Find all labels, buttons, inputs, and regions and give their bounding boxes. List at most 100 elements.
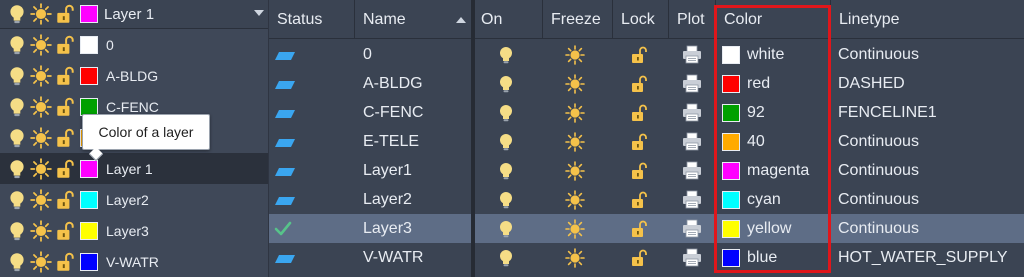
lightbulb-icon[interactable] bbox=[6, 220, 28, 242]
column-header-plot[interactable]: Plot bbox=[669, 0, 716, 39]
layer-color-swatch[interactable] bbox=[722, 248, 740, 267]
table-row[interactable]: A-BLDG red DASHED bbox=[269, 69, 1024, 98]
lightbulb-icon[interactable] bbox=[6, 3, 28, 25]
lightbulb-icon[interactable] bbox=[496, 190, 516, 210]
color-cell[interactable]: red bbox=[722, 69, 770, 98]
lock-cell[interactable] bbox=[629, 156, 649, 185]
on-cell[interactable] bbox=[496, 98, 516, 127]
layer-color-swatch[interactable] bbox=[722, 219, 740, 238]
color-cell[interactable]: cyan bbox=[722, 185, 781, 214]
sun-icon[interactable] bbox=[30, 189, 52, 211]
on-cell[interactable] bbox=[496, 214, 516, 243]
linetype-cell[interactable]: Continuous bbox=[838, 185, 919, 214]
unlocked-padlock-icon[interactable] bbox=[54, 220, 76, 242]
sun-icon[interactable] bbox=[565, 248, 585, 268]
plot-cell[interactable] bbox=[681, 127, 703, 156]
table-row[interactable]: 0 white Continuous bbox=[269, 40, 1024, 69]
sun-icon[interactable] bbox=[30, 34, 52, 56]
lock-cell[interactable] bbox=[629, 69, 649, 98]
lock-cell[interactable] bbox=[629, 40, 649, 69]
sun-icon[interactable] bbox=[565, 45, 585, 65]
plot-cell[interactable] bbox=[681, 243, 703, 272]
lightbulb-icon[interactable] bbox=[496, 103, 516, 123]
sun-icon[interactable] bbox=[565, 74, 585, 94]
lightbulb-icon[interactable] bbox=[496, 45, 516, 65]
lock-cell[interactable] bbox=[629, 243, 649, 272]
layer-name-cell[interactable]: C-FENC bbox=[363, 98, 423, 127]
printer-icon[interactable] bbox=[681, 74, 703, 94]
sun-icon[interactable] bbox=[565, 190, 585, 210]
lock-cell[interactable] bbox=[629, 185, 649, 214]
color-cell[interactable]: 40 bbox=[722, 127, 765, 156]
unlocked-padlock-icon[interactable] bbox=[54, 96, 76, 118]
sun-icon[interactable] bbox=[565, 219, 585, 239]
lightbulb-icon[interactable] bbox=[496, 74, 516, 94]
chevron-down-icon[interactable] bbox=[254, 10, 264, 16]
lightbulb-icon[interactable] bbox=[496, 161, 516, 181]
sun-icon[interactable] bbox=[30, 127, 52, 149]
unlocked-padlock-icon[interactable] bbox=[629, 161, 649, 181]
table-row[interactable]: Layer3 yellow Continuous bbox=[269, 214, 1024, 243]
status-cell[interactable] bbox=[273, 243, 313, 272]
column-header-on[interactable]: On bbox=[473, 0, 543, 39]
unlocked-padlock-icon[interactable] bbox=[54, 189, 76, 211]
linetype-cell[interactable]: Continuous bbox=[838, 214, 919, 243]
unlocked-padlock-icon[interactable] bbox=[54, 251, 76, 273]
plot-cell[interactable] bbox=[681, 69, 703, 98]
layer-color-swatch[interactable] bbox=[722, 190, 740, 209]
unlocked-padlock-icon[interactable] bbox=[629, 74, 649, 94]
on-cell[interactable] bbox=[496, 156, 516, 185]
layer-list-item[interactable]: Layer 1 bbox=[0, 153, 268, 184]
status-cell[interactable] bbox=[273, 69, 313, 98]
layer-color-swatch[interactable] bbox=[80, 97, 98, 116]
freeze-cell[interactable] bbox=[565, 156, 585, 185]
unlocked-padlock-icon[interactable] bbox=[54, 65, 76, 87]
sun-icon[interactable] bbox=[565, 161, 585, 181]
plot-cell[interactable] bbox=[681, 98, 703, 127]
layer-color-swatch[interactable] bbox=[722, 45, 740, 64]
linetype-cell[interactable]: Continuous bbox=[838, 40, 919, 69]
layer-color-swatch[interactable] bbox=[722, 161, 740, 180]
linetype-cell[interactable]: Continuous bbox=[838, 127, 919, 156]
unlocked-padlock-icon[interactable] bbox=[54, 127, 76, 149]
status-cell[interactable] bbox=[273, 98, 313, 127]
layer-color-swatch[interactable] bbox=[80, 66, 98, 85]
freeze-cell[interactable] bbox=[565, 40, 585, 69]
lightbulb-icon[interactable] bbox=[496, 219, 516, 239]
layer-list-item[interactable]: Layer3 bbox=[0, 215, 268, 246]
linetype-cell[interactable]: DASHED bbox=[838, 69, 905, 98]
table-row[interactable]: Layer2 cyan Continuous bbox=[269, 185, 1024, 214]
lightbulb-icon[interactable] bbox=[6, 251, 28, 273]
sun-icon[interactable] bbox=[565, 132, 585, 152]
unlocked-padlock-icon[interactable] bbox=[629, 248, 649, 268]
freeze-cell[interactable] bbox=[565, 214, 585, 243]
color-cell[interactable]: 92 bbox=[722, 98, 765, 127]
color-cell[interactable]: blue bbox=[722, 243, 777, 272]
status-cell[interactable] bbox=[273, 156, 313, 185]
table-row[interactable]: C-FENC 92 FENCELINE1 bbox=[269, 98, 1024, 127]
lightbulb-icon[interactable] bbox=[6, 34, 28, 56]
column-header-status[interactable]: Status bbox=[269, 0, 355, 39]
unlocked-padlock-icon[interactable] bbox=[629, 103, 649, 123]
column-header-lock[interactable]: Lock bbox=[613, 0, 669, 39]
layer-color-swatch[interactable] bbox=[80, 221, 98, 240]
unlocked-padlock-icon[interactable] bbox=[629, 219, 649, 239]
layer-name-cell[interactable]: Layer1 bbox=[363, 156, 412, 185]
layer-color-swatch[interactable] bbox=[80, 252, 98, 271]
plot-cell[interactable] bbox=[681, 214, 703, 243]
lightbulb-icon[interactable] bbox=[6, 96, 28, 118]
lock-cell[interactable] bbox=[629, 214, 649, 243]
color-cell[interactable]: yellow bbox=[722, 214, 791, 243]
column-header-name[interactable]: Name bbox=[355, 0, 473, 39]
layer-color-swatch[interactable] bbox=[80, 159, 98, 178]
layer-name-cell[interactable]: V-WATR bbox=[363, 243, 423, 272]
layer-name-cell[interactable]: Layer2 bbox=[363, 185, 412, 214]
layer-list-item[interactable]: A-BLDG bbox=[0, 60, 268, 91]
unlocked-padlock-icon[interactable] bbox=[629, 132, 649, 152]
on-cell[interactable] bbox=[496, 185, 516, 214]
plot-cell[interactable] bbox=[681, 185, 703, 214]
layer-color-swatch[interactable] bbox=[80, 35, 98, 54]
lightbulb-icon[interactable] bbox=[6, 65, 28, 87]
printer-icon[interactable] bbox=[681, 161, 703, 181]
current-layer-dropdown[interactable]: Layer 1 bbox=[0, 0, 268, 29]
